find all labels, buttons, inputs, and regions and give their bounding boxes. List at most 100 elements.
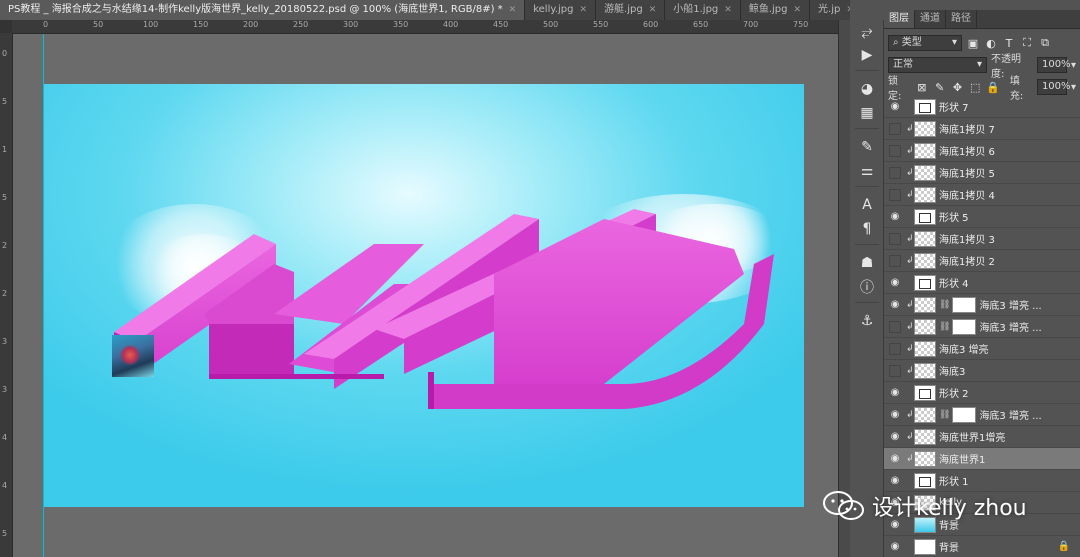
tab-channels[interactable]: 通道 [915,10,946,28]
document-tab[interactable]: 小船1.jpg ✕ [665,0,741,20]
layer-thumbnail[interactable] [914,362,936,379]
tab-layers[interactable]: 图层 [884,10,915,28]
eye-icon[interactable]: ◉ [884,277,906,288]
layer-row[interactable]: ↲ 海底3 增亮 [884,338,1080,360]
eye-icon[interactable]: ◉ [884,475,906,486]
layer-row[interactable]: ◉ 形状 7 [884,96,1080,118]
layer-thumbnail[interactable] [914,274,936,291]
layer-row[interactable]: ◉ ↲ 海底世界1 [884,448,1080,470]
visibility-toggle[interactable] [889,232,901,245]
filter-kind-select[interactable]: ⌕ 类型 ▾ [888,35,962,51]
layer-row[interactable]: ◉ ↲ ⛓ 海底3 增亮 ... [884,294,1080,316]
visibility-toggle[interactable] [889,144,901,157]
visibility-toggle[interactable] [889,254,901,267]
adjustments-icon[interactable]: ⚌ [857,162,877,180]
layer-thumbnail[interactable] [914,98,936,115]
layer-thumbnail[interactable] [914,340,936,357]
layer-thumbnail[interactable] [914,428,936,445]
swatches-grid-icon[interactable]: ▦ [857,104,877,122]
eye-icon[interactable]: ◉ [884,101,906,112]
layer-mask-thumbnail[interactable] [952,318,977,335]
eye-icon[interactable]: ◉ [884,541,906,552]
lock-transparent-icon[interactable]: ⊠ [915,81,929,94]
layer-row[interactable]: ↲ 海底1拷贝 7 [884,118,1080,140]
visibility-toggle[interactable] [889,166,901,179]
color-palette-icon[interactable]: ◕ [857,80,877,98]
image-filter-icon[interactable]: ▣ [966,37,980,50]
link-icon[interactable]: ⛓ [939,322,950,332]
layer-thumbnail[interactable] [914,230,936,247]
link-icon[interactable]: ⛓ [939,410,950,420]
layer-row[interactable]: ◉ 背景 🔒 [884,536,1080,557]
layer-row[interactable]: ↲ 海底1拷贝 4 [884,184,1080,206]
layer-mask-thumbnail[interactable] [952,296,977,313]
lock-pixels-icon[interactable]: ✎ [933,81,947,94]
layer-row[interactable]: ↲ 海底1拷贝 2 [884,250,1080,272]
horizontal-ruler[interactable]: 0 50 100 150 200 250 300 350 400 450 500 550 600 650 7… [12,20,858,34]
visibility-toggle[interactable] [889,342,901,355]
link-icon[interactable]: ⛓ [939,300,950,310]
close-icon[interactable]: ✕ [509,0,517,20]
document-tab[interactable]: 鲸鱼.jpg ✕ [740,0,811,20]
info-icon[interactable]: ⓘ [857,278,877,296]
smart-object-filter-icon[interactable]: ⧉ [1038,36,1052,50]
fill-input[interactable]: 100% [1036,79,1071,95]
layer-thumbnail[interactable] [914,318,936,335]
layer-row[interactable]: ◉ 形状 1 [884,470,1080,492]
close-icon[interactable]: ✕ [580,0,588,20]
layer-row[interactable]: ◉ ↲ ⛓ 海底3 增亮 ... [884,404,1080,426]
layer-thumbnail[interactable] [914,120,936,137]
layer-row[interactable]: ◉ 形状 4 [884,272,1080,294]
document-canvas[interactable] [44,84,804,507]
layer-thumbnail[interactable] [914,450,936,467]
visibility-toggle[interactable] [889,320,901,333]
layers-list[interactable]: ◉ 形状 7 ↲ 海底1拷贝 7 ↲ 海底1拷贝 6 ↲ 海底1拷贝 5 ↲ 海底1拷贝 4 ◉ 形状… [884,96,1080,557]
tab-paths[interactable]: 路径 [946,10,977,28]
lock-position-icon[interactable]: ✥ [951,81,965,94]
eye-icon[interactable]: ◉ [884,211,906,222]
layer-thumbnail[interactable] [914,208,936,225]
layer-row[interactable]: ↲ 海底1拷贝 3 [884,228,1080,250]
document-tab[interactable]: 游艇.jpg ✕ [596,0,666,20]
close-icon[interactable]: ✕ [649,0,657,20]
lock-all-icon[interactable]: 🔒 [986,81,1000,94]
layer-thumbnail[interactable] [914,142,936,159]
close-icon[interactable]: ✕ [793,0,801,20]
layer-mask-thumbnail[interactable] [952,406,977,423]
visibility-toggle[interactable] [889,364,901,377]
layer-thumbnail[interactable] [914,252,936,269]
document-tab[interactable]: 光.jp ✕ [810,0,850,20]
chevron-down-icon[interactable]: ▾ [1071,60,1076,71]
layer-row[interactable]: ↲ 海底1拷贝 6 [884,140,1080,162]
chevron-down-icon[interactable]: ▾ [1071,82,1076,93]
eye-icon[interactable]: ◉ [884,409,906,420]
clone-source-icon[interactable]: ⚓ [857,312,877,330]
layer-thumbnail[interactable] [914,186,936,203]
close-icon[interactable]: ✕ [724,0,732,20]
close-icon[interactable]: ✕ [846,0,850,20]
layer-thumbnail[interactable] [914,406,936,423]
visibility-toggle[interactable] [889,188,901,201]
brush-icon[interactable]: ✎ [857,138,877,156]
type-filter-icon[interactable]: T [1002,37,1016,50]
eye-icon[interactable]: ◉ [884,453,906,464]
layer-thumbnail[interactable] [914,472,936,489]
layer-thumbnail[interactable] [914,296,936,313]
lock-artboard-icon[interactable]: ⬚ [968,81,982,94]
document-tab[interactable]: kelly.jpg ✕ [525,0,597,20]
eye-icon[interactable]: ◉ [884,299,906,310]
paragraph-icon[interactable]: ¶ [857,220,877,238]
layer-thumbnail[interactable] [914,164,936,181]
history-icon[interactable]: ⥂ [857,23,877,41]
document-tab[interactable]: PS教程 _ 海报合成之与水结缘14-制作kelly版海世界_kelly_201… [0,0,526,20]
play-icon[interactable]: ▶ [857,46,877,64]
layer-thumbnail[interactable] [914,384,936,401]
visibility-toggle[interactable] [889,122,901,135]
blend-mode-select[interactable]: 正常 ▾ [888,57,987,73]
layer-row[interactable]: ◉ 形状 2 [884,382,1080,404]
shape-filter-icon[interactable]: ⛶ [1020,36,1034,50]
layer-row[interactable]: ↲ 海底1拷贝 5 [884,162,1080,184]
layer-row[interactable]: ↲ 海底3 [884,360,1080,382]
adjustment-filter-icon[interactable]: ◐ [984,37,998,50]
opacity-input[interactable]: 100% [1036,57,1071,73]
